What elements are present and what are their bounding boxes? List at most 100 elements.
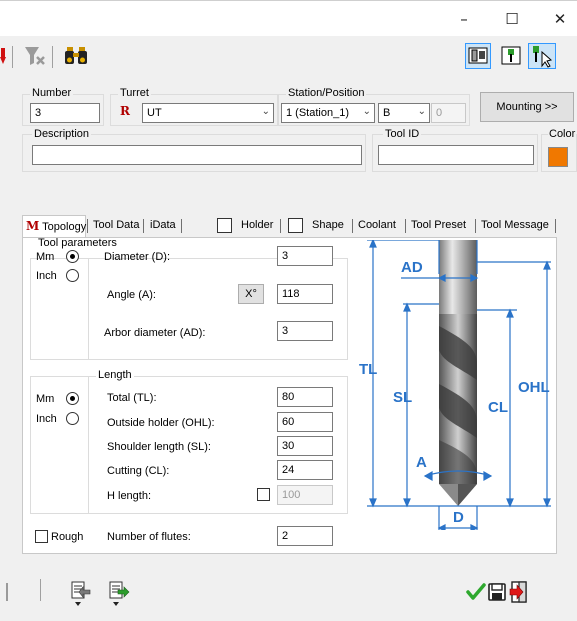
tab-topology-label: Topology	[42, 221, 87, 233]
h-length-label: H length:	[107, 490, 152, 502]
number-of-flutes-field[interactable]: 2	[277, 526, 333, 546]
tab-separator	[352, 219, 353, 233]
unit-mm-radio[interactable]	[66, 250, 79, 263]
diagram-label-tl: TL	[359, 361, 377, 378]
diameter-label: Diameter (D):	[104, 251, 171, 263]
tab-tooldata[interactable]: Tool Data	[90, 215, 142, 237]
holder-checkbox[interactable]	[217, 218, 232, 233]
binoculars-icon[interactable]	[64, 45, 88, 70]
outside-holder-field[interactable]: 60	[277, 412, 333, 432]
filter-clear-icon[interactable]	[24, 45, 46, 70]
length-unit-mm-radio[interactable]	[66, 392, 79, 405]
position-value: B	[383, 107, 391, 119]
toolid-field[interactable]	[378, 145, 534, 165]
exit-icon[interactable]	[509, 581, 529, 606]
tab-toolpreset[interactable]: Tool Preset	[408, 215, 469, 237]
cutting-length-label: Cutting (CL):	[107, 465, 170, 477]
number-field[interactable]: 3	[30, 103, 100, 123]
length-unit-mm-label: Mm	[36, 393, 55, 405]
toolbar-separator	[52, 46, 53, 68]
length-title: Length	[96, 369, 134, 381]
chevron-down-icon: ⌄	[361, 106, 371, 117]
tool-green-icon[interactable]	[499, 44, 523, 71]
station-select[interactable]: 1 (Station_1) ⌄	[281, 103, 375, 123]
outside-holder-label: Outside holder (OHL):	[107, 417, 215, 429]
chevron-down-icon: ⌄	[261, 106, 270, 117]
bottom-bar	[0, 555, 577, 621]
shoulder-length-field[interactable]: 30	[277, 436, 333, 456]
station-value: 1 (Station_1)	[286, 107, 349, 119]
description-field[interactable]	[32, 145, 362, 165]
import-icon[interactable]	[70, 581, 92, 610]
angle-unit-button[interactable]: X°	[238, 284, 264, 304]
turret-value: UT	[147, 107, 162, 119]
tool-view-icon[interactable]	[465, 43, 491, 69]
length-unit-inch-radio[interactable]	[66, 412, 79, 425]
ok-check-icon[interactable]	[466, 583, 486, 604]
diagram-label-a: A	[416, 454, 427, 471]
h-length-checkbox[interactable]	[257, 488, 270, 501]
cutting-length-field[interactable]: 24	[277, 460, 333, 480]
mounting-button[interactable]: Mounting >>	[480, 92, 574, 122]
description-label: Description	[32, 128, 92, 140]
total-length-field[interactable]: 80	[277, 387, 333, 407]
turret-r-icon: R	[120, 104, 130, 118]
save-icon[interactable]	[488, 583, 506, 604]
tab-separator	[475, 219, 476, 233]
length-unit-inch-label: Inch	[36, 413, 57, 425]
diagram-label-d: D	[453, 509, 464, 526]
unit-inch-radio[interactable]	[66, 269, 79, 282]
tab-shape[interactable]: Shape	[309, 215, 347, 237]
topology-m-icon: M	[26, 219, 40, 233]
arbor-diameter-field[interactable]: 3	[277, 321, 333, 341]
bottom-separator	[40, 579, 41, 601]
tab-separator	[280, 219, 281, 233]
tab-separator	[181, 219, 182, 233]
rough-checkbox[interactable]	[35, 530, 48, 543]
tab-separator	[143, 219, 144, 233]
arbor-diameter-label: Arbor diameter (AD):	[104, 327, 206, 339]
maximize-button[interactable]: ☐	[498, 9, 526, 29]
divider	[88, 258, 89, 360]
tool-parameters-title: Tool parameters	[38, 237, 117, 249]
tab-toolmessage[interactable]: Tool Message	[478, 215, 552, 237]
tab-separator	[555, 219, 556, 233]
tab-holder[interactable]: Holder	[238, 215, 276, 237]
diameter-field[interactable]: 3	[277, 246, 333, 266]
diagram-label-sl: SL	[393, 389, 412, 406]
tool-pointer-icon[interactable]	[528, 43, 556, 69]
shape-checkbox[interactable]	[288, 218, 303, 233]
number-label: Number	[30, 87, 74, 99]
color-swatch[interactable]	[548, 147, 568, 167]
unit-inch-label: Inch	[36, 270, 57, 282]
position-index-field: 0	[431, 103, 466, 123]
number-of-flutes-label: Number of flutes:	[107, 531, 191, 543]
diagram-label-ohl: OHL	[518, 379, 550, 396]
angle-label: Angle (A):	[107, 289, 156, 301]
minimize-button[interactable]: –	[450, 9, 478, 29]
tab-separator	[405, 219, 406, 233]
toolbar	[0, 36, 577, 78]
chevron-down-icon: ⌄	[417, 106, 426, 117]
tab-coolant[interactable]: Coolant	[355, 215, 399, 237]
turret-select[interactable]: UT ⌄	[142, 103, 274, 123]
tab-idata[interactable]: iData	[147, 215, 179, 237]
tab-separator	[87, 219, 88, 233]
diagram-label-ad: AD	[401, 259, 423, 276]
angle-field[interactable]: 118	[277, 284, 333, 304]
toolbar-separator	[12, 46, 13, 68]
arrow-down-icon[interactable]	[0, 48, 8, 69]
h-length-field: 100	[277, 485, 333, 505]
position-select[interactable]: B ⌄	[378, 103, 430, 123]
export-icon[interactable]	[108, 581, 130, 610]
bottom-edge-mark	[6, 583, 8, 601]
title-bar: – ☐ ✕	[0, 0, 577, 36]
close-button[interactable]: ✕	[546, 9, 574, 29]
tab-topology[interactable]: M Topology	[22, 215, 86, 237]
turret-label: Turret	[118, 87, 151, 99]
color-label: Color	[548, 128, 577, 140]
drill-diagram: AD TL SL OHL CL A D	[355, 238, 555, 535]
unit-mm-label: Mm	[36, 251, 55, 263]
shoulder-length-label: Shoulder length (SL):	[107, 441, 211, 453]
divider	[88, 376, 89, 514]
